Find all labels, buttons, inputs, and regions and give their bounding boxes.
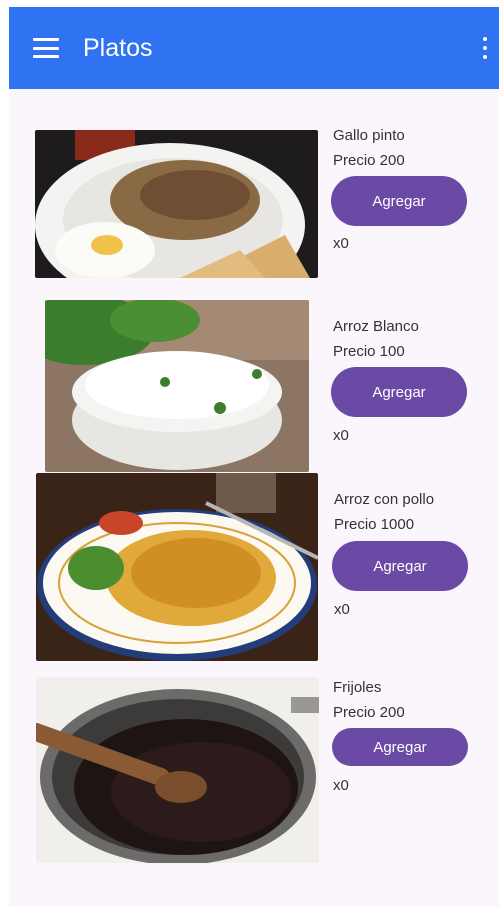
status-bar	[0, 0, 503, 7]
dish-price: Precio 200	[333, 704, 405, 721]
menu-icon[interactable]	[33, 38, 59, 58]
add-button-arroz-con-pollo[interactable]: Agregar	[332, 541, 468, 591]
add-button-gallo-pinto[interactable]: Agregar	[331, 176, 467, 226]
dish-image-gallo-pinto	[35, 130, 318, 278]
add-button-arroz-blanco[interactable]: Agregar	[331, 367, 467, 417]
dish-name: Arroz con pollo	[334, 491, 435, 508]
dish-price: Precio 100	[333, 343, 405, 360]
dish-image-frijoles	[36, 677, 319, 863]
dish-count: x0	[333, 777, 349, 794]
add-button-frijoles[interactable]: Agregar	[332, 728, 468, 766]
dish-count: x0	[333, 427, 349, 444]
dish-name: Gallo pinto	[333, 127, 405, 144]
more-vert-icon[interactable]	[483, 37, 487, 59]
dish-price: Precio 1000	[334, 516, 415, 533]
dish-name: Arroz Blanco	[333, 318, 419, 335]
dish-list: Gallo pinto Precio 200 Agregar x0 Arroz …	[9, 89, 499, 907]
app-bar: Platos	[9, 7, 499, 89]
dish-count: x0	[334, 601, 350, 618]
dish-image-arroz-blanco	[45, 300, 309, 472]
dish-count: x0	[333, 235, 349, 252]
dish-image-arroz-con-pollo	[36, 473, 318, 661]
dish-name: Frijoles	[333, 679, 382, 696]
page-title: Platos	[83, 33, 153, 62]
dish-price: Precio 200	[333, 152, 405, 169]
